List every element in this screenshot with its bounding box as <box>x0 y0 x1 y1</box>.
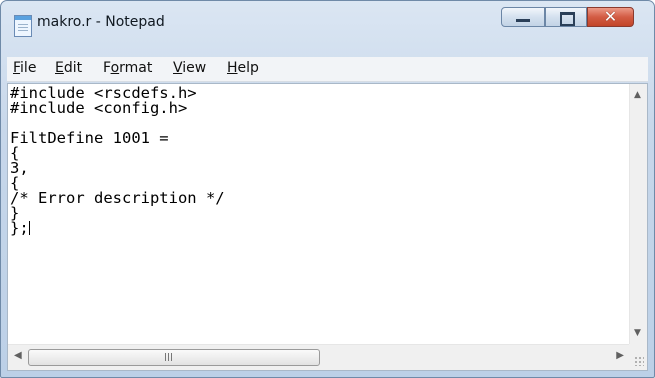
caption-buttons: ✕ <box>501 7 649 29</box>
menu-file[interactable]: File <box>13 60 36 76</box>
menu-edit-label: dit <box>63 60 83 76</box>
text-editor[interactable]: #include <rscdefs.h> #include <config.h>… <box>7 83 648 371</box>
maximize-button[interactable] <box>545 7 587 27</box>
code-line: FiltDefine 1001 = <box>10 129 169 147</box>
menu-file-mnemonic: F <box>13 60 21 76</box>
menu-format-label: rmat <box>119 60 153 76</box>
menu-view-label: iew <box>182 60 207 76</box>
horizontal-scroll-thumb[interactable] <box>28 349 320 366</box>
notepad-window: makro.r - Notepad ✕ File Edit Format Vie… <box>0 0 655 378</box>
notepad-icon[interactable] <box>14 15 32 37</box>
resize-grip-icon[interactable] <box>634 356 644 366</box>
minimize-icon <box>516 19 530 22</box>
menu-view-mnemonic: V <box>173 60 183 76</box>
menu-edit-mnemonic: E <box>55 60 64 76</box>
menu-edit[interactable]: Edit <box>55 60 82 76</box>
code-line: }; <box>10 219 29 237</box>
menu-help-label: elp <box>237 60 259 76</box>
menu-help[interactable]: Help <box>227 60 259 76</box>
scrollbar-corner <box>629 344 647 370</box>
title-bar[interactable]: makro.r - Notepad ✕ <box>1 1 654 47</box>
menu-file-label: ile <box>20 60 37 76</box>
scroll-left-icon[interactable]: ◀ <box>14 350 22 361</box>
window-title: makro.r - Notepad <box>37 14 165 30</box>
scroll-right-icon[interactable]: ▶ <box>616 350 624 361</box>
grip-icon <box>165 353 173 361</box>
menu-bar: File Edit Format View Help <box>7 57 648 82</box>
menu-format-prefix: F <box>103 60 111 76</box>
menu-format-mnemonic: o <box>110 60 120 76</box>
horizontal-scrollbar[interactable]: ◀ ▶ <box>8 344 630 370</box>
minimize-button[interactable] <box>501 7 545 27</box>
code-line: #include <config.h> <box>10 99 188 117</box>
menu-view[interactable]: View <box>173 60 206 76</box>
menu-help-mnemonic: H <box>227 60 238 76</box>
code-line: /* Error description */ <box>10 189 225 207</box>
editor-text[interactable]: #include <rscdefs.h> #include <config.h>… <box>10 85 225 237</box>
vertical-scrollbar[interactable]: ▲ ▼ <box>629 84 647 344</box>
scroll-down-icon[interactable]: ▼ <box>634 328 641 338</box>
menu-format[interactable]: Format <box>103 60 152 76</box>
maximize-icon <box>560 12 575 26</box>
scroll-up-icon[interactable]: ▲ <box>634 90 641 100</box>
text-caret <box>28 221 30 235</box>
close-button[interactable]: ✕ <box>587 7 634 27</box>
close-icon: ✕ <box>603 7 618 26</box>
